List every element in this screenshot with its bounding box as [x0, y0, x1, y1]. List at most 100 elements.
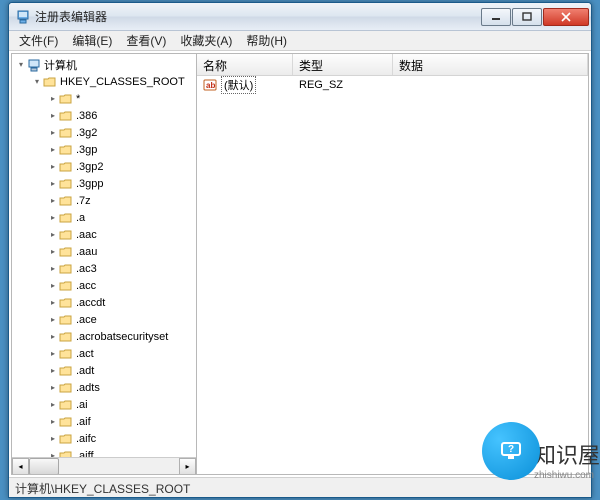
folder-icon [59, 296, 73, 310]
expand-icon[interactable]: ▸ [48, 247, 58, 257]
tree-item-20[interactable]: ▸ .aifc [12, 430, 196, 447]
col-data-header[interactable]: 数据 [393, 54, 588, 75]
tree-label: .3gp2 [76, 161, 104, 173]
folder-icon [59, 313, 73, 327]
tree-item-4[interactable]: ▸ .3gp2 [12, 158, 196, 175]
expand-icon[interactable]: ▸ [48, 196, 58, 206]
svg-text:ab: ab [206, 81, 215, 90]
tree-item-21[interactable]: ▸.aiff [12, 447, 196, 457]
scroll-track[interactable] [29, 458, 179, 475]
scroll-left-button[interactable]: ◂ [12, 458, 29, 475]
menu-view[interactable]: 查看(V) [120, 30, 172, 51]
tree-item-19[interactable]: ▸ .aif [12, 413, 196, 430]
tree-label: HKEY_CLASSES_ROOT [60, 76, 185, 88]
expand-icon[interactable]: ▸ [48, 213, 58, 223]
tree-item-0[interactable]: ▸* [12, 90, 196, 107]
folder-icon [59, 194, 73, 208]
tree-item-9[interactable]: ▸.aau [12, 243, 196, 260]
tree-label: .aifc [76, 433, 96, 445]
expand-icon[interactable]: ▸ [48, 230, 58, 240]
expand-icon[interactable]: ▸ [48, 179, 58, 189]
tree-item-5[interactable]: ▸.3gpp [12, 175, 196, 192]
folder-icon [59, 92, 73, 106]
expand-icon[interactable]: ▾ [16, 60, 26, 70]
expand-icon[interactable]: ▾ [32, 77, 42, 87]
tree-item-7[interactable]: ▸ .a [12, 209, 196, 226]
tree-item-13[interactable]: ▸ .ace [12, 311, 196, 328]
tree-hscrollbar[interactable]: ◂ ▸ [12, 457, 196, 474]
expand-icon[interactable]: ▸ [48, 315, 58, 325]
tree-item-14[interactable]: ▸.acrobatsecurityset [12, 328, 196, 345]
tree-item-8[interactable]: ▸.aac [12, 226, 196, 243]
expand-icon[interactable]: ▸ [48, 417, 58, 427]
tree-label: .act [76, 348, 94, 360]
expand-icon[interactable]: ▸ [48, 264, 58, 274]
folder-icon [59, 415, 73, 429]
tree-label: .aif [76, 416, 91, 428]
menu-favorites[interactable]: 收藏夹(A) [174, 30, 238, 51]
expand-icon[interactable]: ▸ [48, 111, 58, 121]
minimize-button[interactable] [481, 8, 511, 26]
tree-hkcr[interactable]: ▾ HKEY_CLASSES_ROOT [12, 73, 196, 90]
tree-body[interactable]: ▾计算机▾HKEY_CLASSES_ROOT▸*▸.386▸.3g2▸.3gp▸… [12, 54, 196, 457]
expand-icon[interactable]: ▸ [48, 332, 58, 342]
expand-icon[interactable]: ▸ [48, 145, 58, 155]
tree-label: * [76, 93, 80, 105]
folder-icon [59, 228, 73, 242]
tree-item-6[interactable]: ▸ .7z [12, 192, 196, 209]
tree-item-12[interactable]: ▸ .accdt [12, 294, 196, 311]
tree-label: .7z [76, 195, 91, 207]
expand-icon[interactable]: ▸ [48, 298, 58, 308]
content-split: ▾计算机▾HKEY_CLASSES_ROOT▸*▸.386▸.3g2▸.3gp▸… [11, 53, 589, 475]
menu-file[interactable]: 文件(F) [13, 30, 64, 51]
scroll-thumb[interactable] [29, 458, 59, 475]
tree-label: .3gp [76, 144, 97, 156]
expand-icon[interactable]: ▸ [48, 383, 58, 393]
tree-label: .acc [76, 280, 96, 292]
tree-item-16[interactable]: ▸ .adt [12, 362, 196, 379]
tree-item-10[interactable]: ▸.ac3 [12, 260, 196, 277]
close-button[interactable] [543, 8, 589, 26]
tree-label: .ace [76, 314, 97, 326]
tree-label: 计算机 [44, 57, 77, 73]
expand-icon[interactable]: ▸ [48, 400, 58, 410]
string-value-icon: ab [203, 78, 217, 92]
tree-item-18[interactable]: ▸.ai [12, 396, 196, 413]
expand-icon[interactable]: ▸ [48, 366, 58, 376]
expand-icon[interactable]: ▸ [48, 281, 58, 291]
tree-pane: ▾计算机▾HKEY_CLASSES_ROOT▸*▸.386▸.3g2▸.3gp▸… [12, 54, 197, 474]
tree-item-2[interactable]: ▸.3g2 [12, 124, 196, 141]
tree-item-1[interactable]: ▸.386 [12, 107, 196, 124]
tree-label: .accdt [76, 297, 105, 309]
list-body[interactable]: ab (默认) REG_SZ [197, 76, 588, 474]
tree-root[interactable]: ▾ 计算机 [12, 56, 196, 73]
tree-item-3[interactable]: ▸ .3gp [12, 141, 196, 158]
menu-edit[interactable]: 编辑(E) [66, 30, 118, 51]
tree-label: .a [76, 212, 85, 224]
list-row[interactable]: ab (默认) REG_SZ [197, 76, 588, 94]
folder-icon [59, 364, 73, 378]
expand-icon[interactable]: ▸ [48, 94, 58, 104]
folder-icon [59, 160, 73, 174]
folder-icon [59, 126, 73, 140]
tree-item-17[interactable]: ▸.adts [12, 379, 196, 396]
app-window: 注册表编辑器 文件(F) 编辑(E) 查看(V) 收藏夹(A) 帮助(H) ▾计… [8, 2, 592, 498]
folder-icon [59, 109, 73, 123]
cell-name: ab (默认) [197, 76, 293, 94]
computer-icon [27, 58, 41, 72]
tree-item-15[interactable]: ▸ .act [12, 345, 196, 362]
expand-icon[interactable]: ▸ [48, 162, 58, 172]
tree-item-11[interactable]: ▸ .acc [12, 277, 196, 294]
menu-help[interactable]: 帮助(H) [240, 30, 293, 51]
expand-icon[interactable]: ▸ [48, 434, 58, 444]
maximize-button[interactable] [512, 8, 542, 26]
titlebar[interactable]: 注册表编辑器 [9, 3, 591, 31]
expand-icon[interactable]: ▸ [48, 349, 58, 359]
col-name-header[interactable]: 名称 [197, 54, 293, 75]
window-controls [481, 8, 589, 26]
tree-label: .adt [76, 365, 94, 377]
col-type-header[interactable]: 类型 [293, 54, 393, 75]
list-header[interactable]: 名称 类型 数据 [197, 54, 588, 76]
scroll-right-button[interactable]: ▸ [179, 458, 196, 475]
expand-icon[interactable]: ▸ [48, 128, 58, 138]
